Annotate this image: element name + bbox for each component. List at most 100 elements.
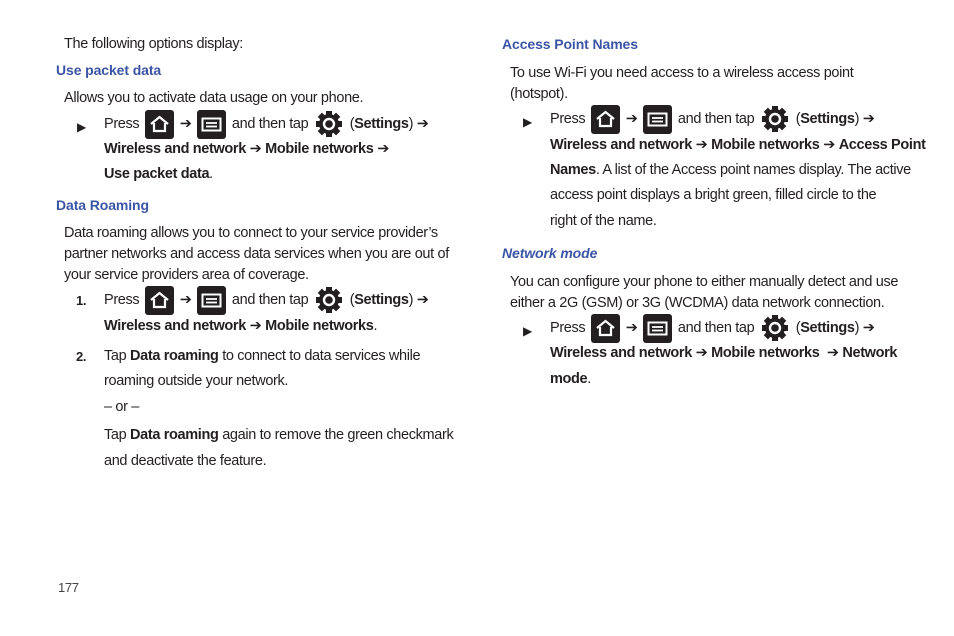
settings-label: Settings: [800, 111, 855, 127]
step-number-1: 1.: [76, 293, 87, 308]
arrow-icon: ➔: [862, 320, 875, 336]
arrow-icon: ➔: [826, 345, 839, 361]
arrow-icon: ➔: [625, 111, 638, 127]
home-key-icon: [145, 285, 175, 315]
home-key-icon: [591, 104, 621, 134]
settings-gear-icon: [314, 109, 344, 139]
step-number-2: 2.: [76, 349, 87, 364]
home-key-icon: [591, 313, 621, 343]
packet-description: Allows you to activate data usage on you…: [64, 90, 364, 106]
arrow-icon: ➔: [377, 141, 389, 157]
arrow-icon: ➔: [249, 141, 262, 157]
apn-instruction-line3: Names. A list of the Access point names …: [550, 162, 911, 178]
heading-data-roaming: Data Roaming: [56, 197, 149, 213]
arrow-icon: ➔: [695, 345, 708, 361]
and-then-tap-text: and then tap: [231, 292, 309, 308]
menu-key-icon: [197, 109, 227, 139]
arrow-icon: ➔: [416, 292, 429, 308]
settings-gear-icon: [760, 313, 790, 343]
data-roaming-label: Data roaming: [130, 427, 219, 443]
paren: ): [854, 111, 860, 127]
network-mode-instruction-line1: Press ➔ and then tap (Settings) ➔: [550, 313, 875, 343]
mobile-networks-label: Mobile networks: [711, 345, 820, 361]
mobile-networks-label: Mobile networks: [265, 141, 374, 157]
arrow-icon: ➔: [416, 116, 429, 132]
bullet-marker: ▶: [77, 120, 86, 134]
press-text: Press: [104, 116, 140, 132]
or-separator: – or –: [104, 399, 139, 415]
press-text: Press: [104, 292, 140, 308]
arrow-icon: ➔: [823, 137, 835, 153]
network-mode-instruction-line2: Wireless and network ➔ Mobile networks ➔…: [550, 345, 897, 361]
network-label: Network: [842, 345, 898, 361]
roaming-desc-line1: Data roaming allows you to connect to yo…: [64, 225, 438, 241]
page-number: 177: [58, 580, 79, 595]
network-mode-desc-line1: You can configure your phone to either m…: [510, 274, 899, 290]
settings-label: Settings: [354, 292, 409, 308]
tap-text: Tap: [104, 348, 127, 364]
roaming-desc-line2: partner networks and access data service…: [64, 246, 449, 262]
menu-key-icon: [643, 313, 673, 343]
apn-desc-line2: (hotspot).: [510, 86, 568, 102]
settings-label: Settings: [800, 320, 855, 336]
roaming-step2-line2: roaming outside your network.: [104, 373, 289, 389]
apn-instruction-line4: access point displays a bright green, fi…: [550, 187, 877, 203]
mode-label: mode: [550, 371, 588, 387]
settings-gear-icon: [760, 104, 790, 134]
apn-instruction-line2: Wireless and network ➔ Mobile networks ➔…: [550, 137, 926, 153]
roaming-desc-line3: your service providers area of coverage.: [64, 267, 309, 283]
press-text: Press: [550, 111, 586, 127]
roaming-alt-line1: Tap Data roaming again to remove the gre…: [104, 427, 454, 443]
alt-text: again to remove the green checkmark: [222, 427, 454, 443]
roaming-step2-line1: Tap Data roaming to connect to data serv…: [104, 348, 421, 364]
roaming-step1-line2: Wireless and network ➔ Mobile networks.: [104, 318, 378, 334]
period: .: [209, 166, 213, 182]
home-key-icon: [145, 109, 175, 139]
mobile-networks-label: Mobile networks: [711, 137, 820, 153]
arrow-icon: ➔: [862, 111, 875, 127]
apn-instruction-line1: Press ➔ and then tap (Settings) ➔: [550, 104, 875, 134]
tap-text: Tap: [104, 427, 127, 443]
and-then-tap-text: and then tap: [231, 116, 309, 132]
menu-key-icon: [197, 285, 227, 315]
heading-use-packet-data: Use packet data: [56, 62, 162, 78]
wireless-and-network-label: Wireless and network: [550, 345, 692, 361]
names-label: Names: [550, 162, 596, 178]
wireless-and-network-label: Wireless and network: [104, 318, 246, 334]
intro-text: The following options display:: [64, 36, 243, 52]
press-text: Press: [550, 320, 586, 336]
wireless-and-network-label: Wireless and network: [550, 137, 692, 153]
roaming-alt-line2: and deactivate the feature.: [104, 453, 267, 469]
bullet-marker: ▶: [523, 115, 532, 129]
packet-instruction-line3: Use packet data.: [104, 166, 213, 182]
step2-text: to connect to data services while: [222, 348, 421, 364]
data-roaming-label: Data roaming: [130, 348, 219, 364]
wireless-and-network-label: Wireless and network: [104, 141, 246, 157]
use-packet-data-label: Use packet data: [104, 166, 210, 182]
paren: ): [854, 320, 860, 336]
apn-desc-line1: To use Wi-Fi you need access to a wirele…: [510, 65, 854, 81]
bullet-marker: ▶: [523, 324, 532, 338]
and-then-tap-text: and then tap: [677, 320, 755, 336]
menu-key-icon: [643, 104, 673, 134]
network-mode-desc-line2: either a 2G (GSM) or 3G (WCDMA) data net…: [510, 295, 885, 311]
mobile-networks-label: Mobile networks: [265, 318, 374, 334]
access-point-label: Access Point: [838, 137, 926, 153]
settings-label: Settings: [354, 116, 409, 132]
settings-gear-icon: [314, 285, 344, 315]
network-mode-instruction-line3: mode.: [550, 371, 591, 387]
period: .: [373, 318, 378, 334]
arrow-icon: ➔: [625, 320, 638, 336]
arrow-icon: ➔: [179, 292, 192, 308]
arrow-icon: ➔: [695, 137, 708, 153]
and-then-tap-text: and then tap: [677, 111, 755, 127]
arrow-icon: ➔: [249, 318, 262, 334]
paren: ): [408, 116, 414, 132]
apn-tail-text: . A list of the Access point names displ…: [595, 162, 911, 178]
roaming-step1-line1: Press ➔ and then tap (Settings) ➔: [104, 285, 429, 315]
packet-instruction-line1: Press ➔ and then tap (Settings) ➔: [104, 109, 429, 139]
heading-network-mode: Network mode: [502, 245, 598, 261]
heading-access-point-names: Access Point Names: [502, 36, 638, 52]
period: .: [587, 371, 591, 387]
arrow-icon: ➔: [179, 116, 192, 132]
